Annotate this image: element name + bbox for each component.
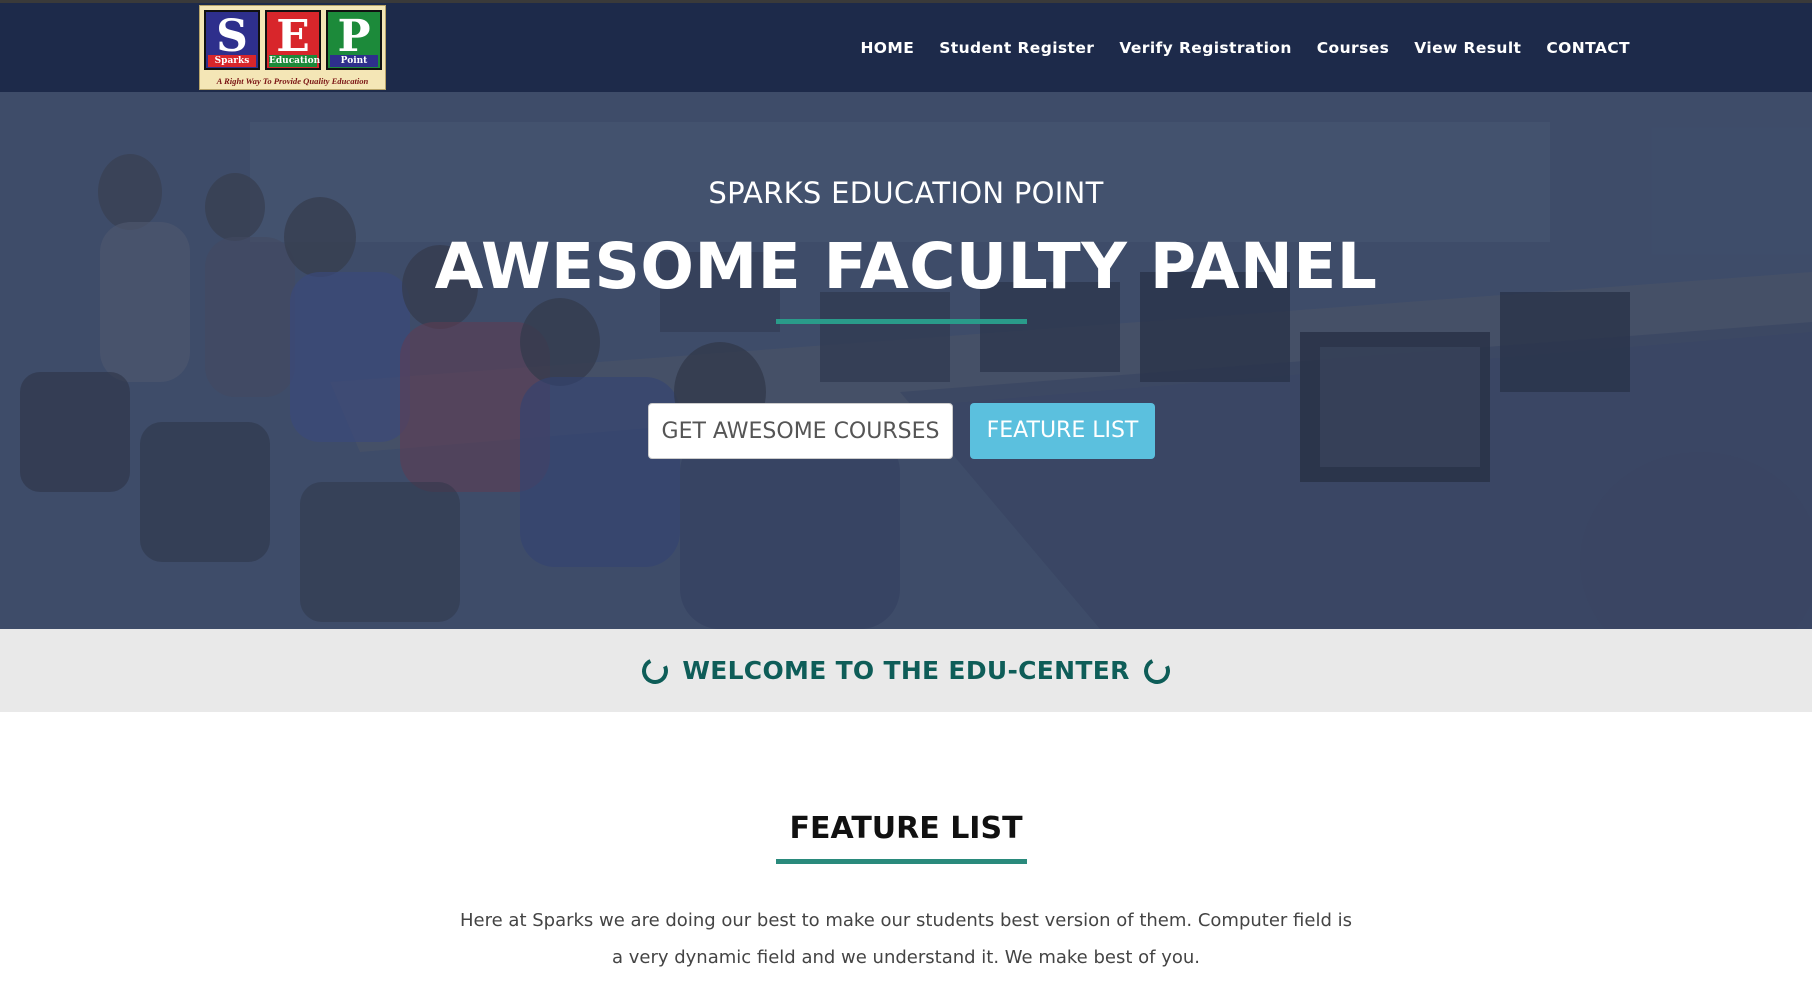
get-awesome-courses-button[interactable]: GET AWESOME COURSES — [648, 403, 953, 459]
feature-list-heading: FEATURE LIST — [789, 811, 1023, 846]
logo-letter: E — [276, 11, 310, 62]
logo-tagline: A Right Way To Provide Quality Education — [216, 76, 369, 86]
nav-student-register[interactable]: Student Register — [939, 39, 1094, 57]
feature-list-description: Here at Sparks we are doing our best to … — [460, 910, 1352, 968]
hero-title: AWESOME FACULTY PANEL — [434, 230, 1378, 303]
logo-letter: S — [216, 11, 248, 62]
welcome-strip: WELCOME TO THE EDU-CENTER — [0, 629, 1812, 712]
hero-subtitle: SPARKS EDUCATION POINT — [708, 176, 1104, 210]
welcome-heading: WELCOME TO THE EDU-CENTER — [682, 656, 1130, 685]
spinner-ring-icon — [638, 653, 672, 688]
logo-caption: Point — [330, 55, 378, 67]
nav-courses[interactable]: Courses — [1317, 39, 1389, 57]
spinner-ring-icon — [1140, 653, 1174, 688]
hero-title-underline — [776, 319, 1027, 324]
navbar: S Sparks E Education P Point A Right Way… — [0, 3, 1812, 92]
feature-list-underline — [776, 859, 1027, 864]
logo-tile-s: S Sparks — [204, 10, 260, 70]
hero-content: SPARKS EDUCATION POINT AWESOME FACULTY P… — [0, 92, 1812, 629]
logo-letter: P — [337, 11, 371, 62]
nav-contact[interactable]: CONTACT — [1546, 39, 1630, 57]
feature-list-button[interactable]: FEATURE LIST — [970, 403, 1155, 459]
logo-tile-e: E Education — [265, 10, 321, 70]
logo-caption: Education — [269, 55, 321, 67]
main-nav: HOME Student Register Verify Registratio… — [835, 3, 1630, 92]
nav-home[interactable]: HOME — [860, 39, 914, 57]
logo-caption: Sparks — [208, 55, 256, 67]
nav-verify-registration[interactable]: Verify Registration — [1119, 39, 1291, 57]
hero-banner: SPARKS EDUCATION POINT AWESOME FACULTY P… — [0, 92, 1812, 629]
site-logo[interactable]: S Sparks E Education P Point A Right Way… — [199, 5, 386, 90]
nav-view-result[interactable]: View Result — [1414, 39, 1521, 57]
logo-tile-p: P Point — [326, 10, 382, 70]
